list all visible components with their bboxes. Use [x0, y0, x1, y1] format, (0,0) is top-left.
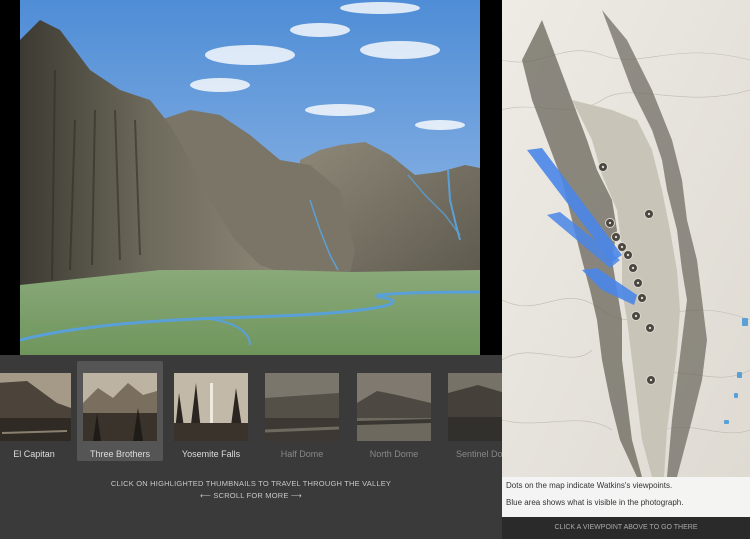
- thumbnail-half-dome: Half Dome: [259, 361, 345, 461]
- yosemite-falls-photo: [174, 373, 248, 441]
- el-capitan-photo: [0, 373, 71, 441]
- topographic-map[interactable]: [502, 0, 750, 517]
- three-brothers-photo: [83, 373, 157, 441]
- viewpoint-legend-text: Dots on the map indicate Watkins's viewp…: [506, 481, 673, 490]
- half-dome-photo: [265, 373, 339, 441]
- map-legend-caption: Dots on the map indicate Watkins's viewp…: [502, 477, 750, 517]
- travel-instructions: CLICK ON HIGHLIGHTED THUMBNAILS TO TRAVE…: [110, 479, 392, 488]
- thumbnail-label: El Capitan: [13, 449, 55, 459]
- thumbnail-label: Three Brothers: [89, 449, 151, 459]
- thumbnail-el-capitan[interactable]: El Capitan: [0, 361, 77, 461]
- thumbnail-yosemite-falls[interactable]: Yosemite Falls: [168, 361, 254, 461]
- viewshed-legend-text: Blue area shows what is visible in the p…: [506, 498, 684, 507]
- scroll-for-more[interactable]: ⟵ SCROLL FOR MORE ⟶: [0, 491, 502, 500]
- terrain-3d-view[interactable]: [20, 0, 480, 355]
- thumbnail-north-dome: North Dome: [351, 361, 437, 461]
- north-dome-photo: [357, 373, 431, 441]
- thumbnail-label: North Dome: [369, 449, 419, 459]
- thumbnail-three-brothers[interactable]: Three Brothers: [77, 361, 163, 461]
- map-footer-instruction: CLICK A VIEWPOINT ABOVE TO GO THERE: [502, 517, 750, 539]
- thumbnail-label: Half Dome: [280, 449, 324, 459]
- thumbnail-strip[interactable]: El Capitan Three Brothers Yosemite Falls…: [0, 355, 522, 465]
- thumbnail-label: Yosemite Falls: [181, 449, 241, 459]
- thumbnail-panel: El Capitan Three Brothers Yosemite Falls…: [0, 355, 522, 539]
